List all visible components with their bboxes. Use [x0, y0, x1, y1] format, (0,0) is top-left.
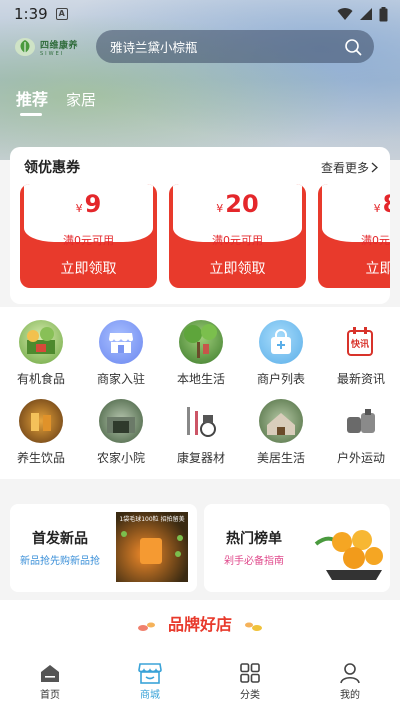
category-rehab-equipment[interactable]: 康复器材: [161, 399, 241, 466]
news-flash-text: 快讯: [351, 338, 369, 350]
coupon-currency: ¥: [373, 202, 381, 215]
leaf-logo-icon: [15, 38, 35, 56]
oranges-image: [312, 514, 384, 586]
new-product-image: 1袋毛球100粒 招拍留美: [116, 512, 188, 582]
coupon-value: 9: [84, 190, 102, 218]
coupon-currency: ¥: [216, 202, 224, 215]
tab-home-furnishing[interactable]: 家居: [66, 89, 96, 110]
grid-icon: [240, 663, 260, 683]
local-life-image-icon: [179, 320, 223, 364]
search-placeholder: 雅诗兰黛小棕瓶: [110, 40, 198, 55]
category-outdoor-sports[interactable]: 户外运动: [321, 399, 400, 466]
nav-label: 我的: [340, 690, 360, 701]
nav-label: 分类: [240, 690, 260, 701]
coupon-section-title: 领优惠券: [24, 160, 80, 176]
organic-food-image-icon: [19, 320, 63, 364]
category-label: 商家入驻: [96, 372, 145, 386]
coupon-value: 20: [225, 190, 259, 218]
promo-card-hot-list[interactable]: 热门榜单 剁手必备指南: [204, 504, 390, 592]
logo-name: 四维康养: [40, 40, 79, 51]
signal-icon: [360, 8, 372, 20]
battery-icon: [379, 6, 388, 21]
search-bar[interactable]: 雅诗兰黛小棕瓶: [96, 30, 374, 63]
claim-coupon-button[interactable]: 立即领取: [169, 258, 306, 278]
status-bar: 1:39 A: [0, 0, 400, 28]
category-farm-courtyard[interactable]: 农家小院: [81, 399, 161, 466]
tab-recommend[interactable]: 推荐: [16, 86, 48, 116]
nav-item-home[interactable]: 首页: [0, 656, 100, 701]
coupon-condition: 满0元可用: [63, 234, 114, 247]
category-label: 养生饮品: [16, 451, 65, 465]
decor-left-icon: [137, 622, 155, 631]
home-icon: [41, 665, 59, 682]
decor-right-icon: [245, 622, 263, 631]
view-more-link[interactable]: 查看更多: [321, 159, 378, 176]
shopping-bag-icon: [259, 320, 303, 364]
category-label: 户外运动: [336, 451, 385, 465]
category-label: 本地生活: [176, 372, 225, 386]
promo-subtitle: 新品抢先购新品抢: [20, 556, 100, 567]
logo-subtitle: SIWEI: [40, 50, 65, 57]
search-icon[interactable]: [344, 38, 362, 56]
category-label: 有机食品: [16, 372, 65, 386]
category-local-life[interactable]: 本地生活: [161, 320, 241, 387]
news-flash-icon: 快讯: [339, 320, 383, 364]
coupon-condition: 满0元可用: [212, 234, 263, 247]
promo-subtitle: 剁手必备指南: [224, 556, 284, 567]
category-health-drinks[interactable]: 养生饮品: [1, 399, 81, 466]
coupon-currency: ¥: [75, 202, 83, 215]
store-icon: [138, 663, 162, 684]
promo-title: 热门榜单: [226, 531, 282, 547]
claim-coupon-button[interactable]: 立即领取: [20, 258, 157, 278]
new-product-image-text: 1袋毛球100粒 招拍留美: [119, 516, 185, 523]
promo-card-new-arrivals[interactable]: 首发新品 新品抢先购新品抢 1袋毛球100粒 招拍留美: [10, 504, 197, 592]
category-label: 美居生活: [256, 451, 305, 465]
health-drinks-image-icon: [19, 399, 63, 443]
wheelchair-icon: [179, 399, 223, 443]
coupon-card[interactable]: ¥9 满0元可用 立即领取: [20, 184, 157, 288]
notification-icon: A: [55, 8, 68, 20]
app-logo[interactable]: 四维康养 SIWEI: [14, 36, 78, 58]
brand-stores-title: 品牌好店: [167, 615, 232, 634]
category-label: 最新资讯: [336, 372, 385, 386]
user-icon: [340, 663, 360, 684]
coupon-card[interactable]: ¥20 满0元可用 立即领取: [169, 184, 306, 288]
coupon-condition: 满0元可用: [361, 234, 390, 247]
status-time: 1:39: [14, 5, 48, 23]
category-organic-food[interactable]: 有机食品: [1, 320, 81, 387]
outdoor-gear-icon: [339, 399, 383, 443]
wifi-icon: [337, 8, 353, 20]
category-grid: 有机食品 商家入驻 本地生活 商户列表 快讯 最新资讯 养生饮品 农家小院 康复…: [0, 307, 400, 479]
nav-label: 商城: [140, 690, 160, 701]
promo-title: 首发新品: [32, 531, 88, 547]
category-merchant-list[interactable]: 商户列表: [241, 320, 321, 387]
category-label: 农家小院: [96, 451, 145, 465]
chevron-right-icon: [371, 162, 378, 172]
category-latest-news[interactable]: 快讯 最新资讯: [321, 320, 400, 387]
store-icon: [99, 320, 143, 364]
coupon-value: 8: [383, 190, 390, 218]
claim-coupon-button[interactable]: 立即领: [318, 258, 391, 278]
nav-label: 首页: [40, 690, 60, 701]
farm-courtyard-image-icon: [99, 399, 143, 443]
view-more-label: 查看更多: [320, 160, 369, 175]
category-label: 康复器材: [176, 451, 225, 465]
nav-item-profile[interactable]: 我的: [300, 656, 400, 701]
category-merchant-join[interactable]: 商家入驻: [81, 320, 161, 387]
bottom-navigation: 首页 商城 分类 我的: [0, 656, 400, 701]
brand-stores-section: 品牌好店: [0, 600, 400, 656]
top-tabs: 推荐 家居: [16, 86, 96, 116]
category-label: 商户列表: [256, 372, 305, 386]
home-living-image-icon: [259, 399, 303, 443]
nav-item-mall[interactable]: 商城: [100, 656, 200, 701]
nav-item-category[interactable]: 分类: [200, 656, 300, 701]
coupon-card[interactable]: ¥8 满0元可用 立即领: [318, 184, 390, 288]
coupon-section: 领优惠券 查看更多 ¥9 满0元可用 立即领取 ¥20 满0元可用 立即领取 ¥…: [10, 147, 390, 304]
category-home-living[interactable]: 美居生活: [241, 399, 321, 466]
